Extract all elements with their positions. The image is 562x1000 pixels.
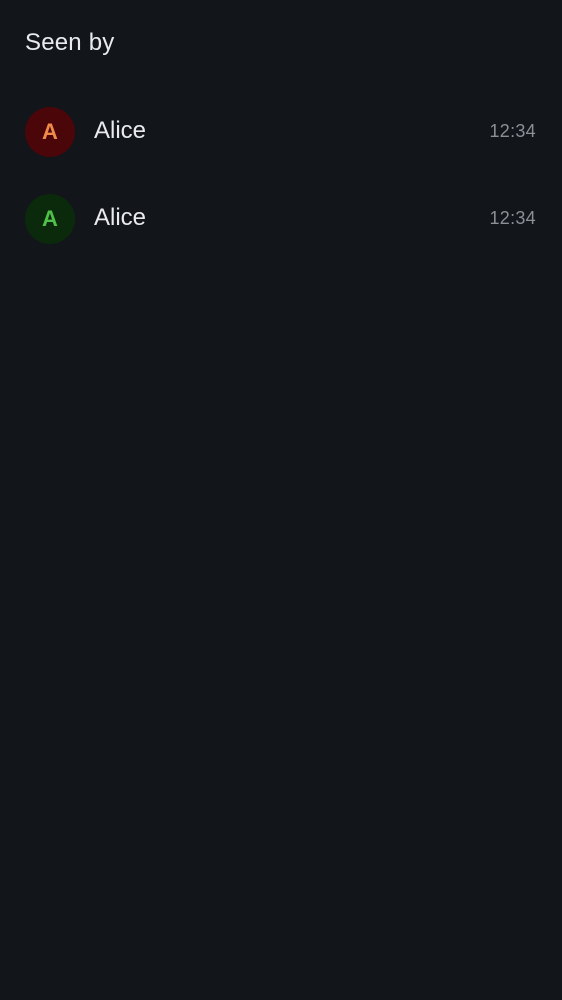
seen-by-screen: Seen by A Alice 12:34 A Alice 12:34 [0, 0, 562, 1000]
page-title: Seen by [25, 29, 115, 56]
avatar[interactable]: A [25, 107, 75, 157]
read-timestamp: 12:34 [489, 121, 536, 141]
list-item[interactable]: A Alice 12:34 [0, 88, 562, 175]
avatar[interactable]: A [25, 194, 75, 244]
list-item[interactable]: A Alice 12:34 [0, 175, 562, 262]
reader-list: A Alice 12:34 A Alice 12:34 [0, 88, 562, 262]
read-timestamp: 12:34 [489, 208, 536, 228]
reader-name: Alice [94, 204, 147, 231]
reader-name: Alice [94, 117, 147, 144]
